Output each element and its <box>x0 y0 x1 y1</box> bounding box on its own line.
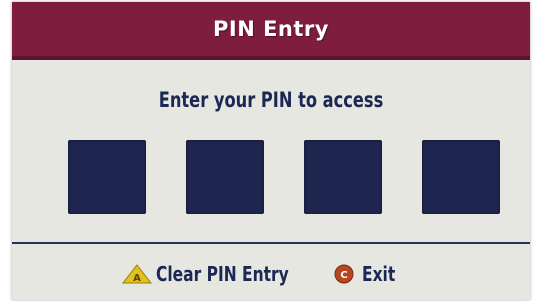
pin-digit-3[interactable] <box>304 140 382 214</box>
button-legend: A Clear PIN Entry C Exit <box>12 244 530 300</box>
pin-digit-1[interactable] <box>68 140 146 214</box>
clear-pin-label: Clear PIN Entry <box>156 262 289 286</box>
a-triangle-button-icon: A <box>122 264 152 284</box>
pin-prompt: Enter your PIN to access <box>158 88 384 112</box>
pin-entry-dialog: PIN Entry Enter your PIN to access A Cle… <box>12 2 530 300</box>
svg-text:A: A <box>133 273 141 284</box>
dialog-title: PIN Entry <box>213 17 329 41</box>
c-circle-button-icon: C <box>334 264 354 284</box>
pin-digit-4[interactable] <box>422 140 500 214</box>
pin-digit-2[interactable] <box>186 140 264 214</box>
pin-input-row[interactable] <box>68 140 504 215</box>
clear-pin-button[interactable]: A Clear PIN Entry <box>122 260 310 288</box>
svg-text:C: C <box>340 270 347 281</box>
title-bar: PIN Entry <box>12 2 530 60</box>
exit-button[interactable]: C Exit <box>334 260 401 288</box>
exit-label: Exit <box>362 262 396 286</box>
